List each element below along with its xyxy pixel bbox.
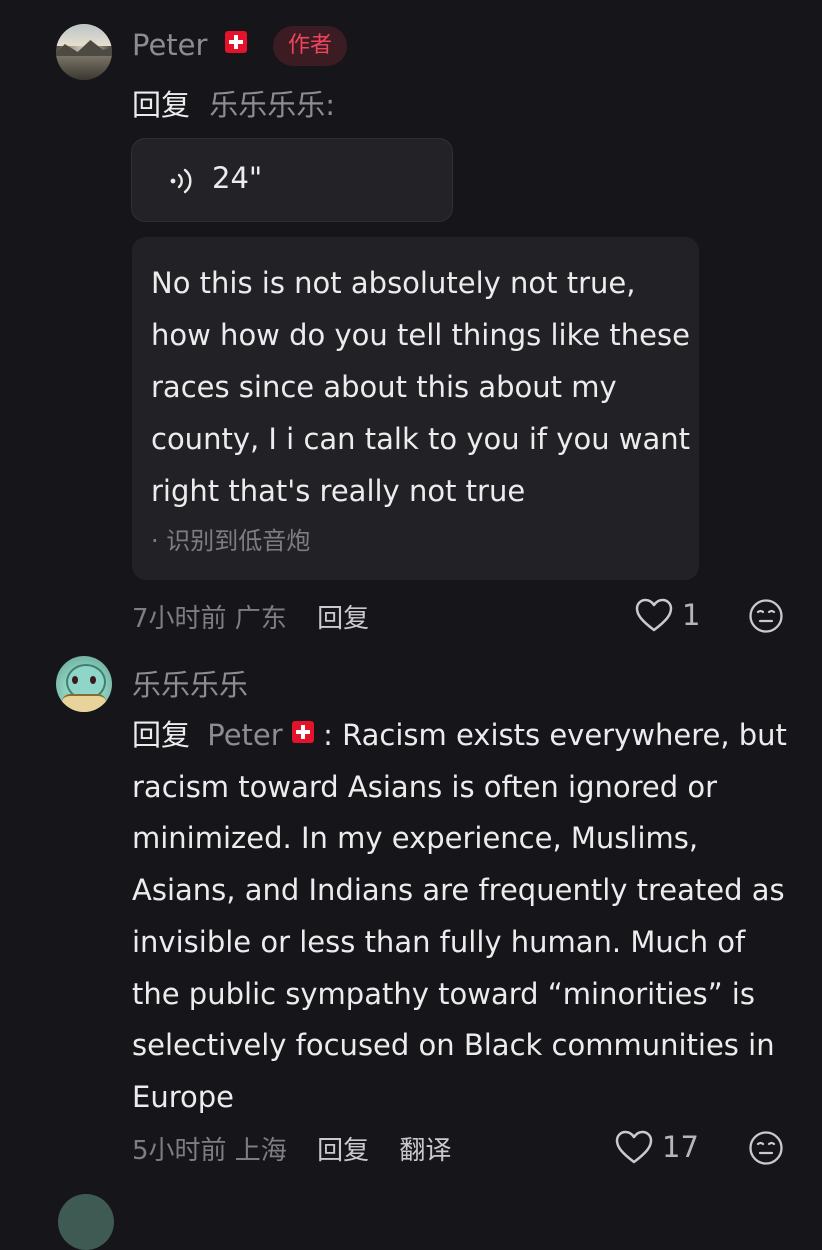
- heart-outline-icon: [615, 1130, 653, 1164]
- reply-target-name[interactable]: Peter: [207, 718, 314, 752]
- transcript-text: No this is not absolutely not true, how …: [151, 266, 691, 508]
- comment-meta: 7小时前 广东 回复: [132, 598, 369, 635]
- swiss-flag-icon: [291, 721, 314, 743]
- comment-text: : Racism exists everywhere, but racism t…: [132, 718, 787, 1114]
- like-count: 1: [682, 598, 701, 632]
- like-button[interactable]: 17: [614, 1128, 704, 1168]
- comment-meta: 5小时前 上海 回复 翻译: [132, 1130, 451, 1167]
- username-text: 乐乐乐乐: [132, 668, 249, 702]
- username[interactable]: Peter: [132, 28, 247, 62]
- swiss-flag-icon: [224, 31, 247, 53]
- timestamp-location: 7小时前 广东: [132, 604, 287, 634]
- reply-target-text: Peter: [207, 718, 283, 752]
- heart-outline-icon: [635, 598, 673, 632]
- username[interactable]: 乐乐乐乐: [132, 662, 248, 704]
- neutral-face-icon[interactable]: [748, 1130, 784, 1166]
- transcript-note: · 识别到低音炮: [151, 527, 311, 555]
- avatar[interactable]: [56, 656, 112, 712]
- sound-wave-icon: [170, 168, 192, 194]
- voice-duration: 24": [212, 161, 263, 195]
- comment-peter: Peter 作者 回复 乐乐乐乐: 24" No this is not abs…: [0, 0, 822, 650]
- avatar[interactable]: [56, 24, 112, 80]
- voice-transcript: No this is not absolutely not true, how …: [132, 237, 699, 580]
- reply-button[interactable]: 回复: [317, 604, 369, 634]
- reply-prefix: 回复: [132, 718, 191, 752]
- author-badge: 作者: [273, 26, 347, 66]
- translate-button[interactable]: 翻译: [399, 1136, 451, 1166]
- reply-button[interactable]: 回复: [317, 1136, 369, 1166]
- reply-target-name[interactable]: 乐乐乐乐:: [209, 88, 335, 122]
- voice-message[interactable]: 24": [131, 138, 453, 222]
- reply-target-line: 回复 乐乐乐乐:: [132, 82, 335, 124]
- avatar[interactable]: [58, 1194, 114, 1250]
- comment-body: 回复 Peter : Racism exists everywhere, but…: [132, 710, 792, 1124]
- timestamp-location: 5小时前 上海: [132, 1136, 287, 1166]
- username-text: Peter: [132, 28, 208, 62]
- like-button[interactable]: 1: [634, 596, 704, 636]
- reply-prefix: 回复: [132, 88, 191, 122]
- neutral-face-icon[interactable]: [748, 598, 784, 634]
- like-count: 17: [662, 1130, 699, 1164]
